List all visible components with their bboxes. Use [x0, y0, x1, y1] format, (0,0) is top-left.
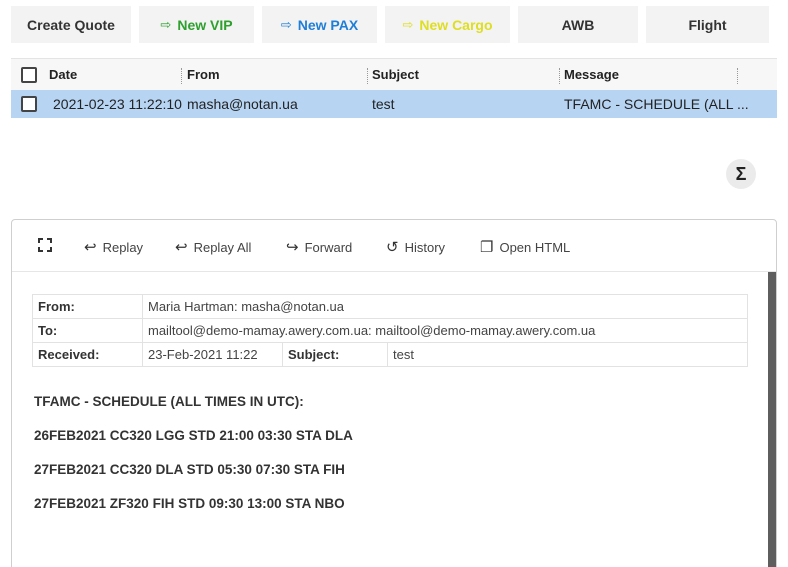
- expand-button[interactable]: [38, 238, 52, 252]
- column-subject[interactable]: Subject: [372, 67, 419, 82]
- column-separator[interactable]: [559, 68, 560, 84]
- body-line: 27FEB2021 ZF320 FIH STD 09:30 13:00 STA …: [34, 496, 345, 511]
- from-label: From:: [32, 294, 143, 319]
- create-quote-button[interactable]: Create Quote: [11, 6, 131, 43]
- forward-icon: ↪: [286, 239, 299, 256]
- row-subject: test: [372, 96, 395, 112]
- create-quote-label: Create Quote: [27, 16, 115, 33]
- column-message[interactable]: Message: [564, 67, 619, 82]
- new-vip-button[interactable]: ⇨ New VIP: [139, 6, 254, 43]
- forward-label: Forward: [304, 239, 353, 255]
- open-html-button[interactable]: ❐ Open HTML: [480, 238, 570, 256]
- replay-all-button[interactable]: ↩ Replay All: [175, 238, 251, 256]
- new-pax-label: New PAX: [297, 16, 359, 33]
- plane-icon: ⇨: [280, 16, 292, 32]
- received-label: Received:: [32, 342, 143, 367]
- to-label: To:: [32, 318, 143, 343]
- new-pax-button[interactable]: ⇨ New PAX: [262, 6, 377, 43]
- grid-header: Date From Subject Message: [11, 58, 777, 90]
- sum-button[interactable]: Σ: [726, 159, 756, 189]
- new-vip-label: New VIP: [177, 16, 233, 33]
- select-all-checkbox[interactable]: [21, 67, 37, 83]
- new-cargo-label: New Cargo: [419, 16, 493, 33]
- replay-all-label: Replay All: [193, 239, 252, 255]
- replay-button[interactable]: ↩ Replay: [84, 238, 143, 256]
- column-separator[interactable]: [367, 68, 368, 84]
- column-from[interactable]: From: [187, 67, 220, 82]
- flight-button[interactable]: Flight: [646, 6, 769, 43]
- row-checkbox[interactable]: [21, 96, 37, 112]
- awb-label: AWB: [561, 16, 595, 33]
- received-value: 23-Feb-2021 11:22: [142, 342, 283, 367]
- scrollbar[interactable]: [768, 272, 776, 567]
- subject-value: test: [387, 342, 748, 367]
- row-date: 2021-02-23 11:22:10: [53, 96, 182, 112]
- forward-button[interactable]: ↪ Forward: [286, 238, 352, 256]
- row-from: masha@notan.ua: [187, 96, 298, 112]
- flight-label: Flight: [688, 16, 727, 33]
- reply-all-icon: ↩: [175, 239, 188, 256]
- history-icon: ↺: [386, 239, 399, 256]
- replay-label: Replay: [102, 239, 144, 255]
- history-button[interactable]: ↺ History: [386, 238, 445, 256]
- copy-icon: ❐: [480, 239, 494, 256]
- body-line: 26FEB2021 CC320 LGG STD 21:00 03:30 STA …: [34, 428, 353, 443]
- table-row[interactable]: 2021-02-23 11:22:10 masha@notan.ua test …: [11, 90, 777, 118]
- expand-icon: [38, 238, 52, 252]
- new-cargo-button[interactable]: ⇨ New Cargo: [385, 6, 510, 43]
- awb-button[interactable]: AWB: [518, 6, 638, 43]
- column-separator[interactable]: [737, 68, 738, 84]
- open-html-label: Open HTML: [499, 239, 571, 255]
- message-body: TFAMC - SCHEDULE (ALL TIMES IN UTC): 26F…: [34, 394, 353, 530]
- plane-icon: ⇨: [402, 16, 414, 32]
- column-date[interactable]: Date: [49, 67, 77, 82]
- message-grid: Date From Subject Message 2021-02-23 11:…: [11, 58, 777, 118]
- message-header-table: From: Maria Hartman: masha@notan.ua To: …: [32, 294, 748, 367]
- body-line: TFAMC - SCHEDULE (ALL TIMES IN UTC):: [34, 394, 304, 409]
- message-toolbar: ↩ Replay ↩ Replay All ↪ Forward ↺ History ❐ O…: [12, 220, 776, 272]
- action-toolbar: Create Quote ⇨ New VIP ⇨ New PAX ⇨ New Carg…: [11, 6, 777, 43]
- from-value: Maria Hartman: masha@notan.ua: [142, 294, 748, 319]
- plane-icon: ⇨: [160, 16, 172, 32]
- to-value: mailtool@demo-mamay.awery.com.ua: mailto…: [142, 318, 748, 343]
- reply-icon: ↩: [84, 239, 97, 256]
- message-panel: ↩ Replay ↩ Replay All ↪ Forward ↺ History ❐ O…: [11, 219, 777, 567]
- row-message: TFAMC - SCHEDULE (ALL ...: [564, 96, 749, 112]
- subject-label: Subject:: [282, 342, 388, 367]
- body-line: 27FEB2021 CC320 DLA STD 05:30 07:30 STA …: [34, 462, 345, 477]
- history-label: History: [404, 239, 446, 255]
- column-separator[interactable]: [181, 68, 182, 84]
- sigma-icon: Σ: [735, 163, 747, 184]
